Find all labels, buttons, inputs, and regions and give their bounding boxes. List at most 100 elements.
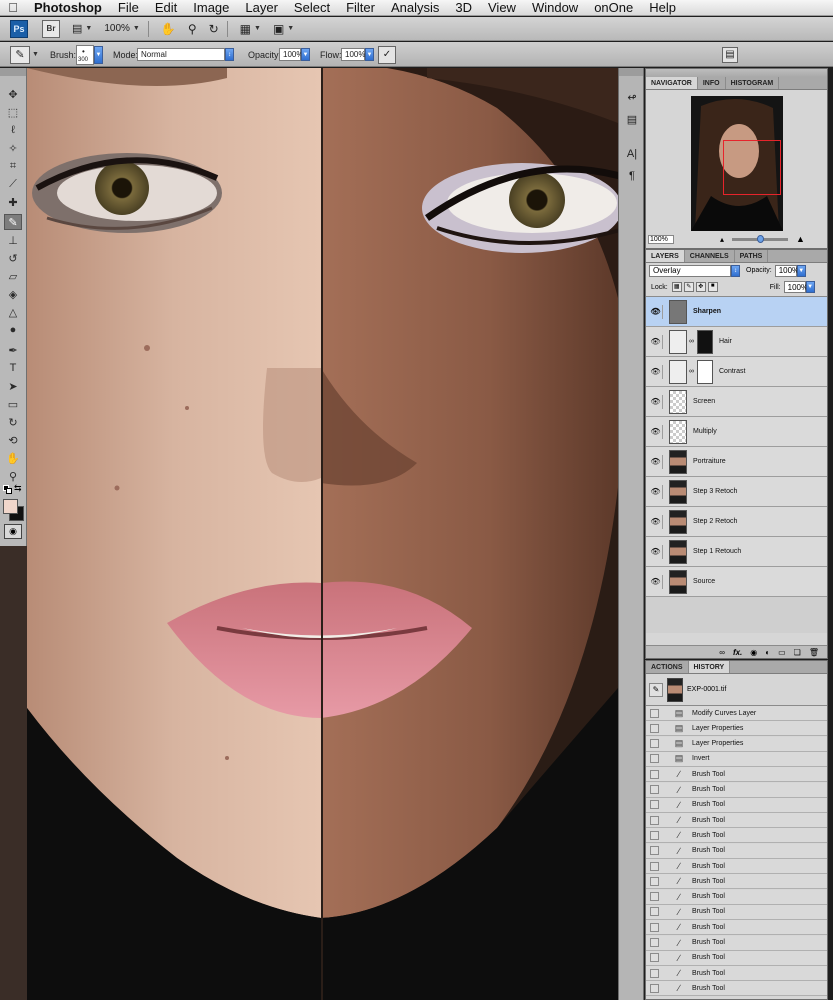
airbrush-toggle[interactable]: ✓ [378, 42, 396, 67]
default-colors-icon[interactable] [3, 485, 12, 494]
zoom-slider-handle[interactable] [757, 234, 765, 243]
menu-layer[interactable]: Layer [237, 0, 286, 16]
history-brush-source-checkbox[interactable] [650, 861, 659, 871]
launch-bridge-button[interactable]: Br [42, 19, 60, 38]
brush-picker[interactable]: • 300 ▼ [76, 42, 103, 67]
layer-mask-thumbnail[interactable] [697, 359, 713, 384]
history-brush-source-checkbox[interactable] [650, 739, 659, 749]
history-state[interactable]: ▤ Invert [646, 751, 827, 767]
adjustment-layer-icon[interactable]: ◐ [765, 648, 770, 657]
history-state[interactable]: ∕ Brush Tool [646, 782, 827, 798]
menu-window[interactable]: Window [524, 0, 586, 16]
blur-tool-icon[interactable]: △ [4, 304, 22, 320]
history-brush-source-checkbox[interactable] [650, 708, 659, 718]
tool-preset-picker[interactable]: ✎ ▼ [10, 42, 39, 67]
layer-mask-thumbnail[interactable] [697, 329, 713, 354]
menu-filter[interactable]: Filter [338, 0, 383, 16]
panel-toggle-button[interactable]: ▤ [722, 42, 738, 67]
menu-help[interactable]: Help [641, 0, 684, 16]
history-brush-source-checkbox[interactable] [650, 754, 659, 764]
zoom-tool-icon[interactable]: ⚲ [4, 468, 22, 484]
visibility-eye-icon[interactable]: 👁 [649, 574, 663, 589]
move-tool-icon[interactable]: ✥ [4, 86, 22, 102]
visibility-eye-icon[interactable]: 👁 [649, 514, 663, 529]
pen-tool-icon[interactable]: ✒ [4, 342, 22, 358]
menu-image[interactable]: Image [185, 0, 237, 16]
foreground-color-swatch[interactable] [3, 499, 18, 514]
snapshot-source-icon[interactable]: ✎ [649, 682, 663, 697]
layer-row[interactable]: 👁 ∞ Hair [646, 327, 827, 357]
history-brush-source-checkbox[interactable] [650, 938, 659, 947]
history-brush-source-checkbox[interactable] [650, 800, 659, 810]
layer-row[interactable]: 👁 Multiply [646, 417, 827, 447]
tab-layers[interactable]: LAYERS [646, 250, 685, 262]
history-brush-source-checkbox[interactable] [650, 983, 659, 993]
history-brush-source-checkbox[interactable] [650, 815, 659, 825]
tab-histogram[interactable]: HISTOGRAM [726, 77, 780, 89]
tab-info[interactable]: INFO [698, 77, 726, 89]
new-group-icon[interactable]: ▭ [778, 648, 786, 657]
delete-layer-icon[interactable]: 🗑 [809, 648, 819, 657]
path-selection-tool-icon[interactable]: ➤ [4, 378, 22, 394]
navigator-zoom-field[interactable]: 100% [648, 234, 674, 244]
history-state[interactable]: ∕ Brush Tool [646, 874, 827, 890]
visibility-eye-icon[interactable]: 👁 [649, 484, 663, 499]
fill-arrow[interactable]: ▼ [805, 281, 815, 293]
add-mask-icon[interactable]: ◉ [750, 648, 757, 657]
layer-row[interactable]: 👁 Screen [646, 387, 827, 417]
healing-brush-tool-icon[interactable]: ✚ [4, 194, 22, 210]
layer-opacity-arrow[interactable]: ▼ [796, 264, 806, 277]
menu-edit[interactable]: Edit [147, 0, 185, 16]
link-layers-icon[interactable]: ∞ [719, 648, 725, 657]
crop-tool-icon[interactable]: ⌗ [4, 158, 22, 174]
mask-link-icon[interactable]: ∞ [689, 368, 694, 375]
history-state[interactable]: ∕ Brush Tool [646, 813, 827, 829]
toolbox-header[interactable] [0, 68, 26, 76]
history-brush-source-checkbox[interactable] [650, 907, 659, 917]
history-brush-source-checkbox[interactable] [650, 968, 659, 978]
layer-row[interactable]: 👁 Step 3 Retoch [646, 477, 827, 507]
zoom-tool-button[interactable]: ⚲ [188, 20, 197, 38]
visibility-eye-icon[interactable]: 👁 [649, 424, 663, 439]
eraser-tool-icon[interactable]: ▱ [4, 268, 22, 284]
tab-navigator[interactable]: NAVIGATOR [646, 77, 698, 89]
menu-app-name[interactable]: Photoshop [26, 0, 110, 16]
blend-mode-dropdown-arrow[interactable]: ↕ [731, 264, 740, 277]
flow-field[interactable]: 100% ▼ [341, 42, 374, 67]
hand-tool-icon[interactable]: ✋ [4, 450, 22, 466]
arrange-documents-button[interactable]: ▦ ▼ [240, 20, 261, 38]
history-brush-source-checkbox[interactable] [650, 723, 659, 733]
tab-channels[interactable]: CHANNELS [685, 250, 735, 262]
history-state[interactable]: ∕ Brush Tool [646, 889, 827, 905]
visibility-eye-icon[interactable]: 👁 [649, 454, 663, 469]
paragraph-panel-icon[interactable]: ¶ [623, 167, 641, 185]
lasso-tool-icon[interactable]: ℓ [4, 122, 22, 138]
menu-view[interactable]: View [480, 0, 524, 16]
opacity-field[interactable]: 100% ▼ [279, 42, 310, 67]
history-state[interactable]: ∕ Brush Tool [646, 767, 827, 783]
menu-select[interactable]: Select [286, 0, 338, 16]
history-snapshot-row[interactable]: ✎ EXP-0001.tif [646, 674, 827, 706]
visibility-eye-icon[interactable]: 👁 [649, 334, 663, 349]
clone-stamp-tool-icon[interactable]: ⊥ [4, 232, 22, 248]
apple-icon[interactable]:  [0, 0, 26, 15]
history-brush-source-checkbox[interactable] [650, 892, 659, 902]
history-brush-source-checkbox[interactable] [650, 846, 659, 856]
menu-3d[interactable]: 3D [447, 0, 480, 16]
menu-analysis[interactable]: Analysis [383, 0, 447, 16]
type-tool-icon[interactable]: T [4, 360, 22, 376]
zoom-level-dropdown[interactable]: 100% ▼ [104, 20, 140, 38]
paint-bucket-tool-icon[interactable]: ◈ [4, 286, 22, 302]
layer-row[interactable]: 👁 Sharpen [646, 297, 827, 327]
visibility-eye-icon[interactable]: 👁 [649, 304, 663, 319]
rotate-view-button[interactable]: ↻ [209, 20, 219, 38]
lock-position-icon[interactable]: ✥ [695, 282, 706, 292]
history-state[interactable]: ▤ Modify Curves Layer [646, 706, 827, 721]
brush-tool-icon[interactable]: ✎ [4, 214, 22, 230]
mask-link-icon[interactable]: ∞ [689, 338, 694, 345]
view-extras-button[interactable]: ▤ ▼ [72, 20, 92, 38]
history-state[interactable]: ∕ Brush Tool [646, 981, 827, 997]
zoom-in-icon[interactable]: ▲ [796, 234, 805, 244]
history-state[interactable]: ▤ Layer Properties [646, 736, 827, 752]
history-state[interactable]: ∕ Brush Tool [646, 966, 827, 982]
